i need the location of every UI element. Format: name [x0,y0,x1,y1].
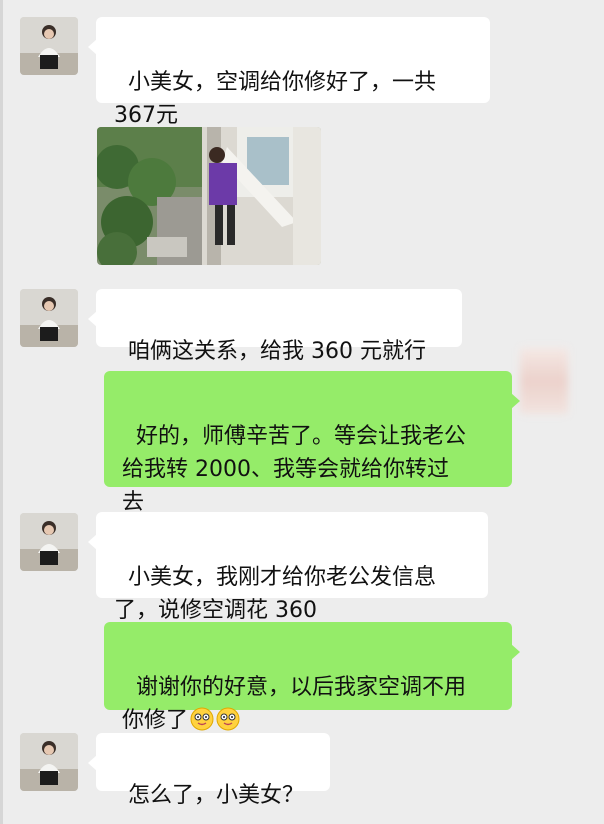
avatar-image [20,513,78,571]
blurred-region [520,348,568,414]
message-text: 咱俩这关系，给我 360 元就行 [128,339,426,364]
message-bubble-incoming: 怎么了，小美女？ [88,733,330,808]
contact-avatar[interactable] [20,733,78,791]
avatar-image [20,17,78,75]
avatar-image [20,289,78,347]
message-text: 小美女，我刚才给你老公发信息 了，说修空调花 360 [114,565,437,623]
message-bubble-incoming: 小美女，我刚才给你老公发信息 了，说修空调花 360 [88,512,488,623]
message-bubble-incoming: 小美女，空调给你修好了，一共 367元 [88,17,490,128]
message-text: 谢谢你的好意，以后我家空调不用 你修了 [122,675,467,733]
contact-avatar[interactable] [20,289,78,347]
message-bubble-incoming: 咱俩这关系，给我 360 元就行 [88,289,462,364]
contact-avatar[interactable] [20,513,78,571]
smile-emoji-icon [216,707,240,731]
avatar-image [20,733,78,791]
screen-edge [0,0,3,824]
message-text: 怎么了，小美女？ [128,783,305,808]
message-bubble-outgoing: 好的，师傅辛苦了。等会让我老公 给我转 2000、我等会就给你转过 去 [104,371,520,515]
smile-emoji-icon [190,707,214,731]
photo-worker-on-window-ledge [97,127,321,265]
message-bubble-outgoing: 谢谢你的好意，以后我家空调不用 你修了 [104,622,520,733]
message-image[interactable] [97,127,321,265]
message-text: 好的，师傅辛苦了。等会让我老公 给我转 2000、我等会就给你转过 去 [122,424,467,515]
message-text: 小美女，空调给你修好了，一共 367元 [114,70,437,128]
contact-avatar[interactable] [20,17,78,75]
